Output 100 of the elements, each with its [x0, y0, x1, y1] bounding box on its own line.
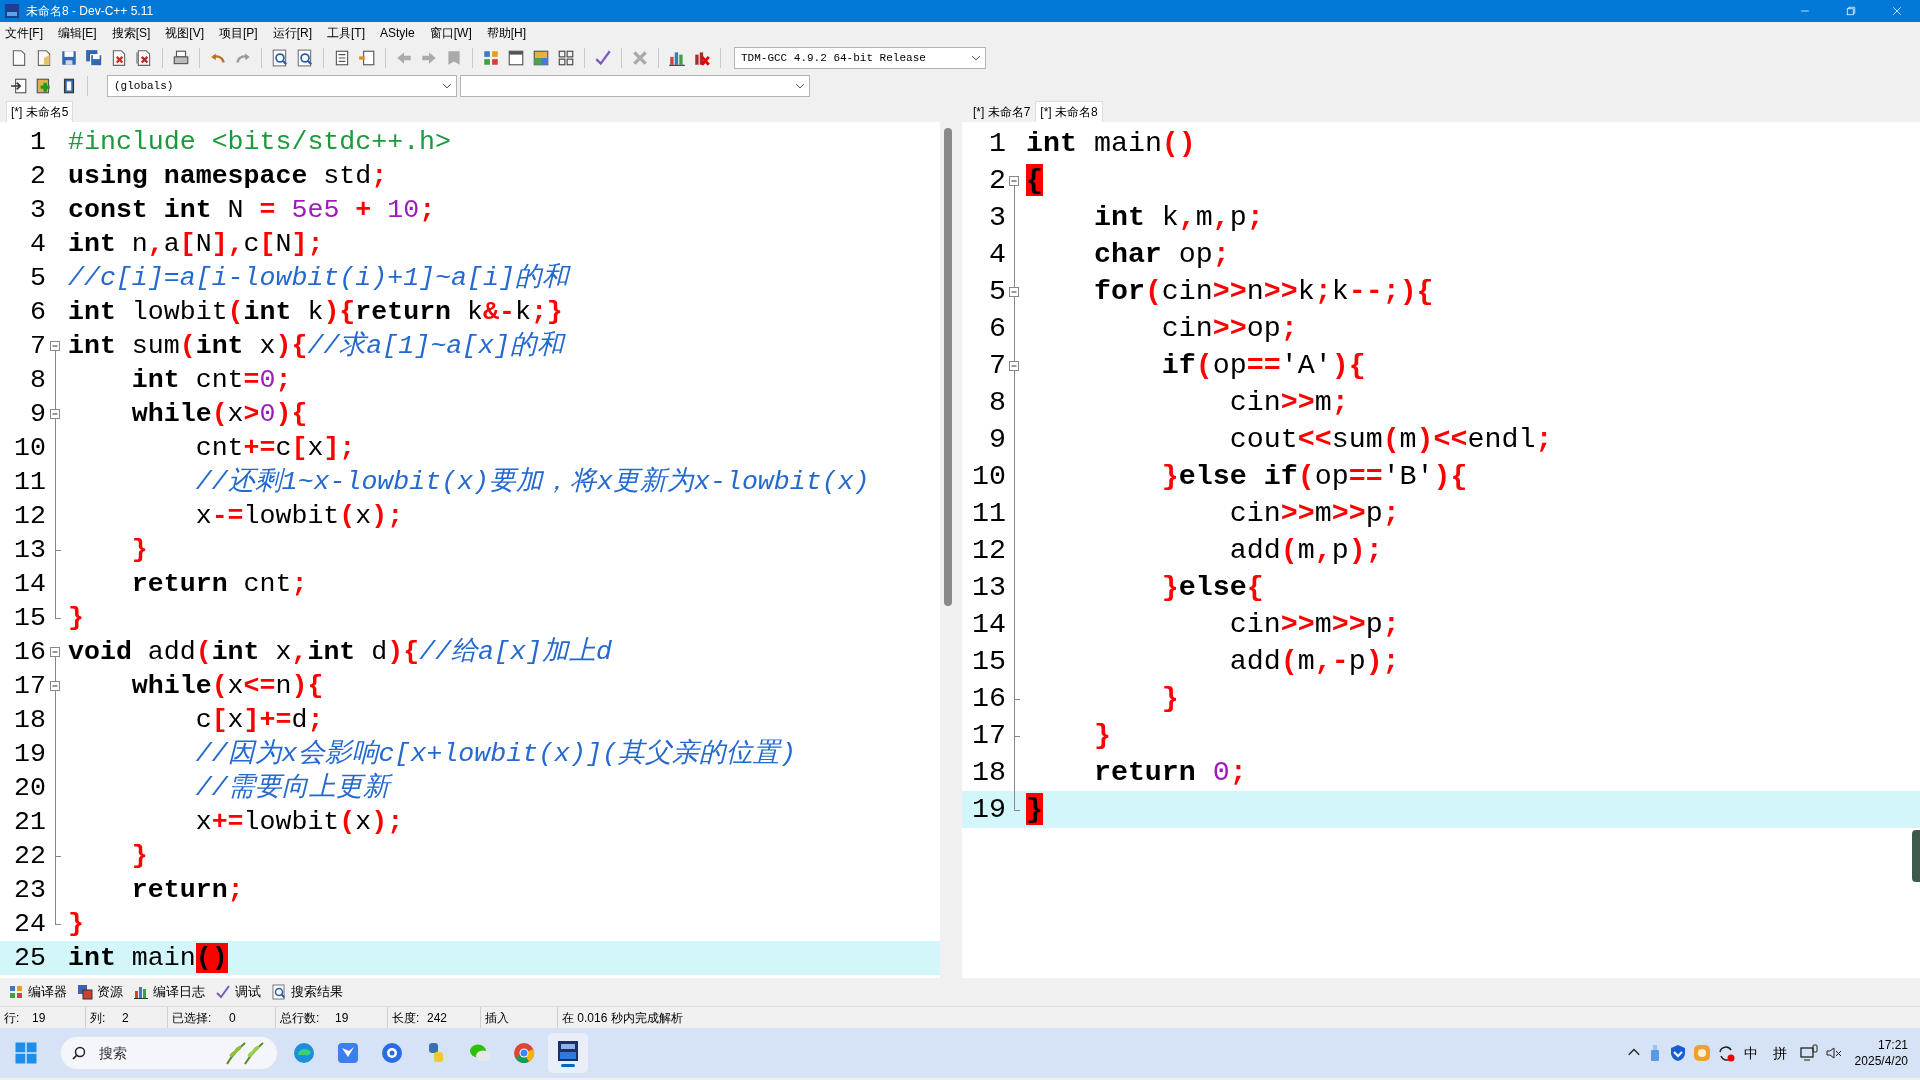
- code-line: }: [67, 602, 84, 635]
- start-icon[interactable]: [14, 1041, 38, 1065]
- menu-item[interactable]: 窗口[W]: [429, 24, 472, 42]
- tricolor-circle-icon[interactable]: [512, 1041, 536, 1065]
- search-field[interactable]: 搜索: [97, 1041, 207, 1065]
- close-icon[interactable]: [1891, 5, 1903, 17]
- color-grid-icon[interactable]: [532, 49, 550, 67]
- code-line: return cnt;: [130, 568, 308, 601]
- menu-item[interactable]: 视图[V]: [165, 24, 204, 42]
- line-number: 11: [13, 466, 46, 499]
- clock-time[interactable]: 17:21: [1854, 1037, 1908, 1053]
- menu-item[interactable]: 运行[R]: [272, 24, 313, 42]
- code-line: cin>>m;: [1228, 385, 1349, 420]
- side-handle[interactable]: [1912, 830, 1920, 882]
- line-number: 1: [29, 126, 46, 159]
- code-line: int cnt=0;: [130, 364, 292, 397]
- collapse-icon[interactable]: [1009, 360, 1019, 371]
- editor-tab[interactable]: [*] 未命名8: [1035, 101, 1103, 122]
- collapse-icon[interactable]: [50, 409, 60, 419]
- status-text: 插入: [485, 1009, 509, 1027]
- panel-tab[interactable]: 搜索结果: [269, 980, 349, 1004]
- clock-date[interactable]: 2025/4/20: [1854, 1053, 1908, 1069]
- window-icon[interactable]: [507, 49, 525, 67]
- panel-tab[interactable]: 编译器: [6, 980, 73, 1004]
- editor-tab[interactable]: [*] 未命名5: [6, 101, 74, 122]
- sync-icon[interactable]: [1716, 1044, 1735, 1062]
- bird-icon[interactable]: [336, 1041, 360, 1065]
- status-label: 行:: [4, 1009, 21, 1027]
- document-icon[interactable]: [35, 49, 53, 67]
- indent-icon[interactable]: [333, 49, 351, 67]
- plus-icon[interactable]: [35, 77, 53, 95]
- code-line: }: [67, 908, 84, 941]
- document-cross-icon[interactable]: [135, 49, 153, 67]
- shield-icon[interactable]: [1668, 1044, 1687, 1062]
- code-line: char op;: [1092, 237, 1230, 272]
- line-number: 7: [988, 348, 1006, 383]
- menu-item[interactable]: 搜索[S]: [111, 24, 151, 42]
- collapse-icon[interactable]: [50, 341, 60, 351]
- menu-item[interactable]: 项目[P]: [219, 24, 258, 42]
- code-line: for(cin>>n>>k;k--;){: [1092, 274, 1434, 309]
- scope-dropdown[interactable]: (globals): [107, 75, 457, 97]
- bar-chart-icon: [133, 984, 149, 1000]
- code-line: int n,a[N],c[N];: [67, 228, 324, 261]
- line-number: 11: [971, 496, 1006, 531]
- swirl-icon[interactable]: [292, 1041, 316, 1065]
- grid-icon[interactable]: [557, 49, 575, 67]
- line-number: 9: [29, 398, 46, 431]
- mute-icon[interactable]: [1824, 1044, 1843, 1062]
- magnifier-icon[interactable]: [271, 49, 289, 67]
- magnifier-icon[interactable]: [296, 49, 314, 67]
- code-line: add(m,-p);: [1228, 644, 1400, 679]
- document-icon[interactable]: [10, 49, 28, 67]
- grid-icon[interactable]: [482, 49, 500, 67]
- code-line: cnt+=c[x];: [194, 432, 356, 465]
- restore-icon[interactable]: [1845, 5, 1857, 17]
- dev-app-icon[interactable]: [556, 1039, 580, 1063]
- document-cross-icon[interactable]: [110, 49, 128, 67]
- code-line: cin>>m>>p;: [1228, 607, 1400, 642]
- code-line: }else{: [1160, 570, 1264, 605]
- floppy-stack-icon[interactable]: [85, 49, 103, 67]
- collapse-icon[interactable]: [50, 647, 60, 657]
- checkmark-icon[interactable]: [594, 49, 612, 67]
- bar-chart-cross-icon[interactable]: [693, 49, 711, 67]
- scrollbar-thumb[interactable]: [944, 128, 952, 606]
- input-mode-indicator[interactable]: 中: [1740, 1042, 1761, 1064]
- code-line: int lowbit(int k){return k&-k;}: [67, 296, 563, 329]
- collapse-icon[interactable]: [1009, 175, 1019, 186]
- code-line: cout<<sum(m)<<endl;: [1228, 422, 1553, 457]
- line-number: 23: [13, 874, 46, 907]
- compiler-dropdown[interactable]: TDM-GCC 4.9.2 64-bit Release: [734, 47, 986, 69]
- code-line: c[x]+=d;: [194, 704, 324, 737]
- magnifier-icon: [271, 984, 287, 1000]
- unindent-icon[interactable]: [358, 49, 376, 67]
- floppy-icon[interactable]: [60, 49, 78, 67]
- collapse-icon[interactable]: [1009, 286, 1019, 297]
- menu-item[interactable]: AStyle: [380, 24, 415, 42]
- code-line: //因为x会影响c[x+lowbit(x)](其父亲的位置): [194, 738, 796, 771]
- network-icon[interactable]: [1798, 1044, 1819, 1062]
- printer-icon[interactable]: [172, 49, 190, 67]
- ring-icon[interactable]: [380, 1041, 404, 1065]
- menu-item[interactable]: 文件[F]: [5, 24, 43, 42]
- code-line: while(x>0){: [130, 398, 308, 431]
- search-box[interactable]: 搜索: [60, 1036, 278, 1070]
- menu-item[interactable]: 编辑[E]: [58, 24, 97, 42]
- panel-tab[interactable]: 调试: [213, 980, 267, 1004]
- line-number: 5: [29, 262, 46, 295]
- ime-indicator[interactable]: 拼: [1766, 1042, 1793, 1064]
- code-line: x-=lowbit(x);: [194, 500, 404, 533]
- collapse-icon[interactable]: [50, 681, 60, 691]
- line-number: 8: [988, 385, 1006, 420]
- menu-item[interactable]: 工具[T]: [327, 24, 366, 42]
- panel-tab[interactable]: 编译日志: [131, 980, 211, 1004]
- line-number: 3: [29, 194, 46, 227]
- document-arrow-icon[interactable]: [10, 77, 28, 95]
- menu-item[interactable]: 帮助[H]: [486, 24, 527, 42]
- code-line: const int N = 5e5 + 10;: [67, 194, 436, 227]
- line-number: 2: [29, 160, 46, 193]
- panel-tab[interactable]: 资源: [75, 980, 129, 1004]
- bar-chart-icon[interactable]: [668, 49, 686, 67]
- status-label: 列:: [90, 1009, 107, 1027]
